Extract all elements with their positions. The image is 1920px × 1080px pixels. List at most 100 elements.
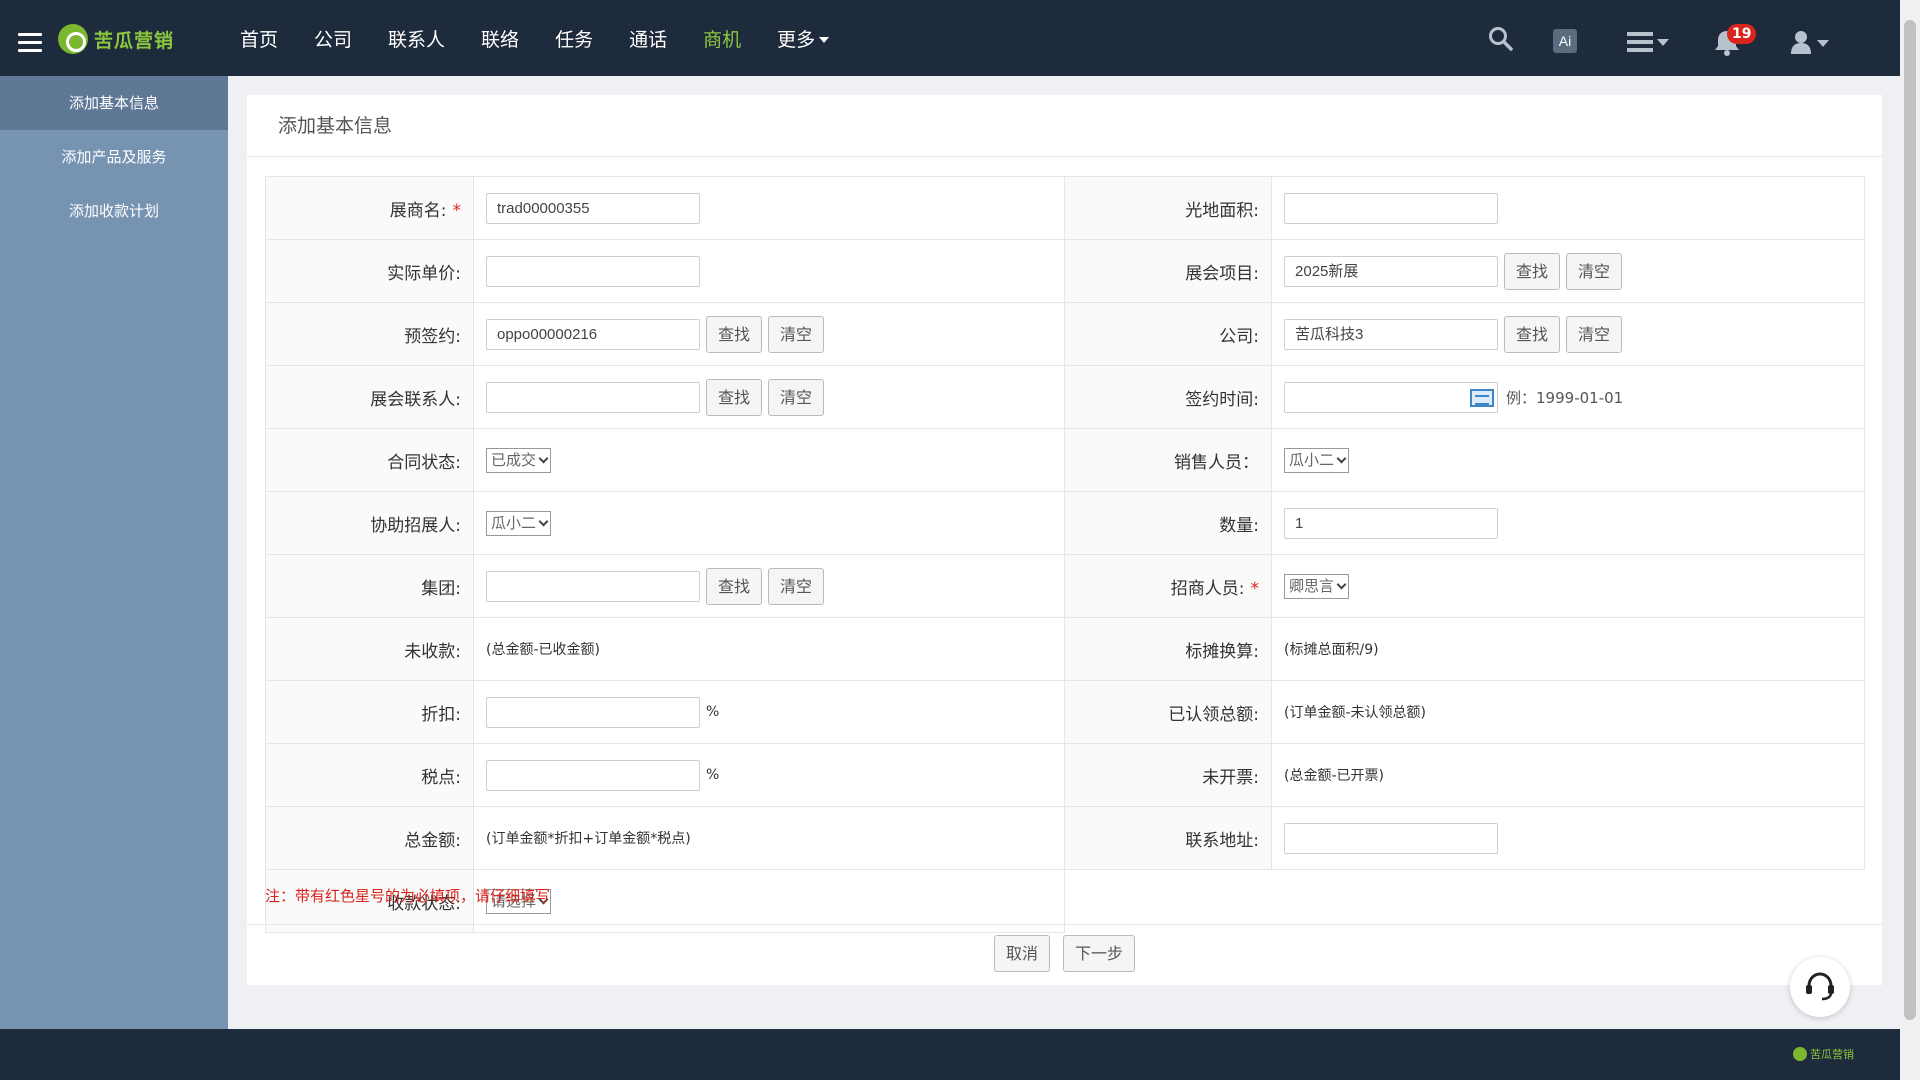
actual-unit-price-label: 实际单价: (387, 263, 461, 284)
actual-unit-price-input[interactable] (486, 255, 700, 287)
assist-recruiter-label: 协助招展人: (370, 515, 461, 536)
nav-item-more[interactable]: 更多 (777, 25, 830, 52)
claimed-total-formula: (订单金额-未认领总额) (1284, 705, 1426, 721)
exhibition-project-search-button[interactable]: 查找 (1504, 252, 1561, 290)
raw-space-area-label: 光地面积: (1185, 200, 1260, 221)
chevron-down-icon (538, 516, 549, 526)
ai-label: Ai (1558, 33, 1572, 49)
quantity-label: 数量: (1219, 515, 1260, 536)
chevron-down-icon (1336, 579, 1347, 589)
exhibitor-name-label: 展商名: (389, 200, 447, 221)
investment-person-select[interactable]: 卿思言 (1284, 573, 1350, 599)
main-nav: 首页 公司 联系人 联络 任务 通话 商机 更多 (240, 0, 865, 76)
nav-item-company[interactable]: 公司 (314, 25, 352, 52)
pre-contract-input[interactable]: oppo00000216 (486, 318, 700, 350)
app-logo[interactable]: 苦瓜营销 (58, 24, 174, 54)
sidebar-item-payment-plan[interactable]: 添加收款计划 (0, 184, 228, 238)
nav-item-opportunities[interactable]: 商机 (703, 25, 741, 52)
pre-contract-search-button[interactable]: 查找 (706, 315, 763, 353)
tax-rate-input[interactable] (486, 759, 700, 791)
footer-logo-text: 苦瓜营销 (1810, 1048, 1854, 1061)
sales-person-label: 销售人员： (1174, 452, 1260, 473)
required-asterisk: * (452, 200, 462, 221)
customer-support-icon[interactable] (1790, 957, 1850, 1017)
sign-time-input[interactable] (1284, 381, 1499, 413)
user-avatar-icon[interactable] (1790, 30, 1832, 54)
top-bar: 苦瓜营销 首页 公司 联系人 联络 任务 通话 商机 更多 Ai 19 (0, 0, 1900, 76)
contract-status-select[interactable]: 已成交 (486, 447, 552, 473)
caret-down-icon (819, 37, 830, 43)
sidebar-item-products-services[interactable]: 添加产品及服务 (0, 130, 228, 184)
group-input[interactable] (486, 570, 700, 602)
next-step-button[interactable]: 下一步 (1063, 935, 1136, 972)
tax-rate-unit: % (706, 767, 720, 783)
company-input[interactable]: 苦瓜科技3 (1284, 318, 1499, 350)
required-asterisk: * (1250, 578, 1260, 599)
form-actions: 取消 下一步 (247, 935, 1882, 972)
booth-conversion-label: 标摊换算: (1185, 641, 1260, 662)
field-label: 展商名: * (265, 176, 474, 240)
uninvoiced-formula: (总金额-已开票) (1284, 768, 1384, 784)
cancel-button[interactable]: 取消 (993, 935, 1050, 972)
sign-time-hint: 例：1999-01-01 (1506, 388, 1624, 407)
content-card: 添加基本信息 展商名: * trad00000355 光地面积: 实际单价: 展会… (247, 95, 1882, 985)
assist-recruiter-select[interactable]: 瓜小二 (486, 510, 552, 536)
exhibition-project-label: 展会项目: (1185, 263, 1260, 284)
pre-contract-label: 预签约: (404, 326, 461, 347)
uninvoiced-label: 未开票: (1202, 767, 1260, 788)
nav-more-label: 更多 (777, 28, 816, 51)
page-scrollbar[interactable] (1900, 0, 1920, 1080)
footer-logo-mark-icon (1793, 1047, 1807, 1061)
discount-input[interactable] (486, 696, 700, 728)
discount-label: 折扣: (421, 704, 461, 725)
logo-text: 苦瓜营销 (94, 29, 175, 52)
nav-item-calls[interactable]: 通话 (629, 25, 667, 52)
sign-time-datepicker (1284, 381, 1499, 413)
nav-item-tasks[interactable]: 任务 (555, 25, 593, 52)
list-menu-icon[interactable] (1627, 32, 1669, 52)
notification-badge[interactable]: 19 (1727, 24, 1757, 44)
sales-person-value: 瓜小二 (1289, 450, 1335, 469)
exhibition-contact-search-button[interactable]: 查找 (706, 378, 763, 416)
ai-assistant-icon[interactable]: Ai (1553, 29, 1577, 53)
sidebar-item-basic-info[interactable]: 添加基本信息 (0, 76, 228, 130)
basic-info-form: 展商名: * trad00000355 光地面积: 实际单价: 展会项目: 202… (265, 176, 1865, 933)
company-clear-button[interactable]: 清空 (1566, 315, 1623, 353)
menu-toggle-icon[interactable] (18, 33, 42, 53)
search-icon[interactable] (1488, 26, 1514, 52)
group-label: 集团: (421, 578, 461, 599)
nav-item-communication[interactable]: 联络 (481, 25, 519, 52)
exhibition-contact-clear-button[interactable]: 清空 (768, 378, 825, 416)
nav-item-contacts[interactable]: 联系人 (388, 25, 445, 52)
exhibition-contact-label: 展会联系人: (370, 389, 461, 410)
sales-person-select[interactable]: 瓜小二 (1284, 447, 1350, 473)
assist-recruiter-value: 瓜小二 (491, 513, 537, 532)
exhibitor-name-input[interactable]: trad00000355 (486, 192, 700, 224)
required-note: 注：带有红色星号的为必填项，请仔细填写 (265, 887, 551, 905)
tax-rate-label: 税点: (421, 767, 461, 788)
group-clear-button[interactable]: 清空 (768, 567, 825, 605)
chevron-down-icon (1336, 453, 1347, 463)
nav-item-home[interactable]: 首页 (240, 25, 278, 52)
company-search-button[interactable]: 查找 (1504, 315, 1561, 353)
claimed-total-label: 已认领总额: (1168, 704, 1260, 725)
exhibition-contact-input[interactable] (486, 381, 700, 413)
raw-space-area-input[interactable] (1284, 192, 1499, 224)
scrollbar-thumb[interactable] (1904, 20, 1916, 1020)
calendar-icon[interactable] (1470, 388, 1495, 407)
pre-contract-clear-button[interactable]: 清空 (768, 315, 825, 353)
contact-address-input[interactable] (1284, 822, 1499, 854)
exhibition-project-input[interactable]: 2025新展 (1284, 255, 1499, 287)
group-search-button[interactable]: 查找 (706, 567, 763, 605)
investment-person-label: 招商人员: (1170, 578, 1245, 599)
quantity-input[interactable]: 1 (1284, 507, 1499, 539)
unreceived-formula: (总金额-已收金额) (486, 642, 600, 658)
investment-person-value: 卿思言 (1289, 576, 1335, 595)
unreceived-label: 未收款: (404, 641, 461, 662)
contact-address-label: 联系地址: (1185, 830, 1260, 851)
total-amount-label: 总金额: (404, 830, 461, 851)
sign-time-label: 签约时间: (1185, 389, 1260, 410)
footer-bar: 苦瓜营销 (0, 1029, 1900, 1080)
page-title: 添加基本信息 (247, 95, 1882, 157)
exhibition-project-clear-button[interactable]: 清空 (1566, 252, 1623, 290)
